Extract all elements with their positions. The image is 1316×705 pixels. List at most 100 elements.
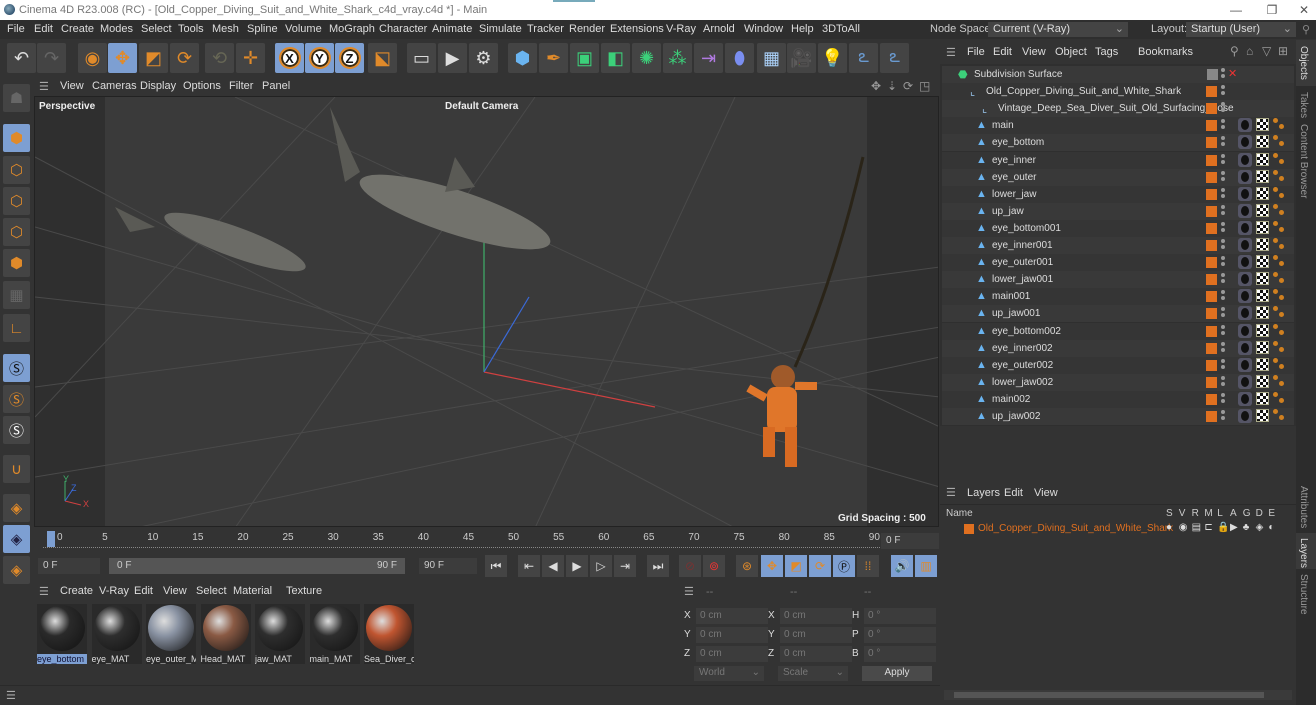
lock-workplane-button[interactable]: ◈ — [3, 525, 30, 553]
layer-color-swatch[interactable] — [1206, 222, 1217, 234]
layer-toggle-icon[interactable]: ● — [1166, 522, 1172, 533]
layer-color-swatch[interactable] — [1206, 274, 1217, 286]
viewport-maximize-icon[interactable]: ◳ — [919, 79, 930, 93]
layer-color-swatch[interactable] — [1206, 205, 1217, 217]
material-menu-select[interactable]: Select — [196, 585, 227, 597]
minimize-button[interactable]: — — [1226, 3, 1246, 17]
next-key-button[interactable]: ⇥ — [614, 555, 636, 577]
layer-toggle-icon[interactable]: ◐ — [1268, 522, 1274, 533]
layer-toggle-icon[interactable]: ♣ — [1243, 522, 1250, 533]
object-menu-bookmarks[interactable]: Bookmarks — [1138, 46, 1193, 58]
object-row[interactable]: ▲ eye_outer002 — [942, 356, 1294, 374]
object-menu-object[interactable]: Object — [1055, 46, 1087, 58]
menu-volume[interactable]: Volume — [285, 23, 322, 35]
texture-tag-icon[interactable] — [1256, 391, 1269, 405]
texture-tag-icon[interactable] — [1256, 272, 1269, 286]
viewport-menu-display[interactable]: Display — [140, 80, 176, 92]
object-row[interactable]: ▲ main — [942, 117, 1294, 135]
material-tag-icon[interactable] — [1238, 409, 1252, 423]
material-tag-icon[interactable] — [1238, 391, 1252, 406]
visibility-dots[interactable] — [1221, 153, 1225, 167]
viewport-menu-panel[interactable]: Panel — [262, 80, 290, 92]
viewport-dolly-icon[interactable]: ⇣ — [887, 79, 897, 93]
visibility-dots[interactable] — [1221, 204, 1225, 218]
coord-type-select[interactable]: Scale ⌄ — [778, 666, 848, 681]
layer-color-swatch[interactable] — [964, 524, 974, 534]
visibility-dots[interactable] — [1221, 85, 1225, 98]
phong-tag-icon[interactable] — [1273, 169, 1285, 184]
material-tag-icon[interactable] — [1238, 289, 1252, 304]
visibility-dots[interactable] — [1221, 410, 1225, 423]
layer-toggle-icon[interactable]: ◈ — [1256, 522, 1264, 533]
texture-tag-icon[interactable] — [1256, 169, 1269, 183]
keyframe-selection-button[interactable]: ⊛ — [736, 555, 758, 577]
menu-modes[interactable]: Modes — [100, 23, 133, 35]
material-tag-icon[interactable] — [1238, 186, 1252, 201]
align-workplane-button[interactable]: ◈ — [3, 556, 30, 584]
material-tag-icon[interactable] — [1238, 255, 1252, 270]
material-tag-icon[interactable] — [1238, 169, 1252, 184]
material-hamburger-icon[interactable]: ☰ — [39, 585, 49, 598]
object-menu-edit[interactable]: Edit — [993, 46, 1012, 58]
material-menu-texture[interactable]: Texture — [286, 585, 322, 597]
sound-button[interactable]: 🔊 — [891, 555, 913, 577]
object-menu-view[interactable]: View — [1022, 46, 1046, 58]
layer-color-swatch[interactable] — [1206, 291, 1217, 303]
workplane-button[interactable]: ◈ — [3, 494, 30, 522]
layer-color-swatch[interactable] — [1206, 411, 1217, 422]
phong-tag-icon[interactable] — [1273, 255, 1285, 269]
object-row[interactable]: ⌞ Vintage_Deep_Sea_Diver_Suit_Old_Surfaci… — [942, 100, 1294, 118]
visibility-dots[interactable] — [1221, 392, 1225, 406]
texture-tag-icon[interactable] — [1256, 220, 1269, 234]
menu-select[interactable]: Select — [141, 23, 172, 35]
texture-tag-icon[interactable] — [1256, 238, 1269, 251]
node-space-select[interactable]: Current (V-Ray) ⌄ — [988, 22, 1128, 37]
menu-mesh[interactable]: Mesh — [212, 23, 239, 35]
go-to-start-button[interactable]: ⏮ — [485, 555, 507, 577]
render-picture-viewer-button[interactable]: ▶ — [438, 43, 467, 73]
material-swatch[interactable]: eye_bottom — [37, 604, 87, 664]
layer-color-swatch[interactable] — [1206, 342, 1217, 354]
material-swatch[interactable]: Sea_Diver_c — [364, 604, 414, 664]
coord-hamburger-icon[interactable]: ☰ — [684, 585, 694, 598]
key-position-button[interactable]: ✥ — [761, 555, 783, 577]
edges-mode-button[interactable]: ⬡ — [3, 218, 30, 246]
material-tag-icon[interactable] — [1238, 238, 1252, 252]
phong-tag-icon[interactable] — [1273, 340, 1285, 355]
coord-value-field[interactable]: 0 ° — [864, 627, 936, 643]
material-tag-icon[interactable] — [1238, 118, 1252, 133]
key-pla-button[interactable]: ⁞⁞ — [857, 555, 879, 577]
layer-toggle-icon[interactable]: ⊏ — [1204, 522, 1212, 533]
material-menu-edit[interactable]: Edit — [134, 585, 153, 597]
coord-value-field[interactable]: 0 ° — [864, 646, 936, 662]
layer-toggle-icon[interactable]: 🔒 — [1217, 522, 1229, 533]
viewport-menu-options[interactable]: Options — [183, 80, 221, 92]
undo-button[interactable]: ↶ — [7, 43, 36, 73]
object-row[interactable]: ▲ main001 — [942, 288, 1294, 306]
side-tab-objects[interactable]: Objects — [1298, 46, 1309, 80]
visibility-dots[interactable] — [1221, 68, 1225, 81]
layer-toggle-icon[interactable]: ◉ — [1179, 522, 1188, 533]
phong-tag-icon[interactable] — [1273, 220, 1285, 235]
y-axis-button[interactable]: Y — [305, 43, 334, 73]
layer-row[interactable]: Old_Copper_Diving_Suit_and_White_Shark ● ◉… — [940, 521, 1296, 537]
visibility-dots[interactable] — [1221, 102, 1225, 115]
model-mode-button[interactable]: ⬢ — [3, 124, 30, 152]
material-tag-icon[interactable] — [1238, 272, 1252, 287]
texture-tag-icon[interactable] — [1256, 152, 1269, 166]
transform-button[interactable]: ✛ — [236, 43, 265, 73]
layer-color-swatch[interactable] — [1206, 393, 1217, 405]
layer-color-swatch[interactable] — [1206, 154, 1217, 166]
previous-key-button[interactable]: ⇤ — [518, 555, 540, 577]
object-menu-tags[interactable]: Tags — [1095, 46, 1118, 58]
end-frame-field[interactable]: 90 F — [419, 558, 477, 574]
workplane-snap-button[interactable]: Ⓢ — [3, 416, 30, 444]
material-swatch[interactable]: main_MAT — [309, 604, 360, 664]
layer-color-swatch[interactable] — [1206, 240, 1217, 251]
layer-menu-edit[interactable]: Edit — [1004, 487, 1023, 499]
visibility-dots[interactable] — [1221, 239, 1225, 252]
texture-tag-icon[interactable] — [1256, 203, 1269, 217]
rotate-tool-button[interactable]: ⟳ — [170, 43, 199, 73]
pen-button[interactable]: ✒ — [539, 43, 568, 73]
material-menu-vray[interactable]: V-Ray — [99, 585, 129, 597]
